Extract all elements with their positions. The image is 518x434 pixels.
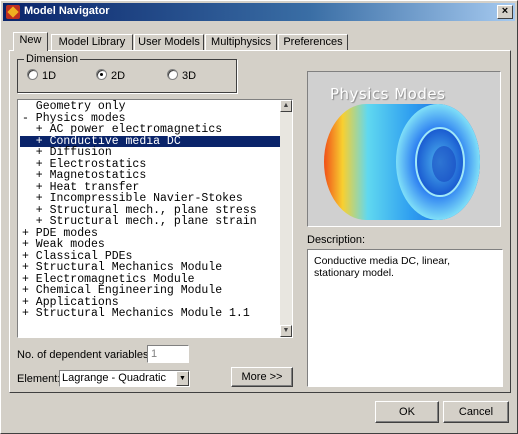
- app-icon: [6, 5, 20, 19]
- tab-user-models-label: User Models: [138, 36, 200, 48]
- title-bar[interactable]: Model Navigator ×: [3, 3, 515, 21]
- element-select[interactable]: Lagrange - Quadratic ▼: [59, 370, 190, 387]
- radio-2d[interactable]: 2D: [96, 69, 125, 82]
- tab-user-models[interactable]: User Models: [134, 34, 204, 50]
- tree-item[interactable]: + Incompressible Navier-Stokes: [20, 193, 280, 205]
- radio-1d-circle[interactable]: [27, 69, 38, 80]
- tree-item[interactable]: + Chemical Engineering Module: [20, 285, 280, 297]
- cancel-button-label: Cancel: [458, 406, 494, 418]
- model-navigator-window: Model Navigator × New Model Library User…: [0, 0, 518, 434]
- dimension-legend: Dimension: [24, 53, 80, 65]
- radio-3d-circle[interactable]: [167, 69, 178, 80]
- cancel-button[interactable]: Cancel: [443, 401, 509, 423]
- description-text: Conductive media DC, linear, stationary …: [314, 255, 450, 279]
- cylinder-plot-image: [324, 104, 480, 220]
- description-box: Conductive media DC, linear, stationary …: [307, 249, 503, 387]
- tree-item[interactable]: + Magnetostatics: [20, 170, 280, 182]
- chevron-down-icon[interactable]: ▼: [176, 371, 189, 386]
- tab-preferences[interactable]: Preferences: [278, 34, 348, 50]
- close-button[interactable]: ×: [497, 5, 513, 19]
- dependent-vars-field[interactable]: 1: [147, 345, 189, 363]
- tree-item[interactable]: + Structural Mechanics Module: [20, 262, 280, 274]
- window-title: Model Navigator: [24, 5, 110, 17]
- more-button[interactable]: More >>: [231, 367, 293, 387]
- tree-item[interactable]: + Weak modes: [20, 239, 280, 251]
- more-button-label: More >>: [241, 371, 283, 383]
- tree-item[interactable]: + Diffusion: [20, 147, 280, 159]
- description-label: Description:: [307, 234, 366, 246]
- tree-item[interactable]: + AC power electromagnetics: [20, 124, 280, 136]
- element-label: Element:: [17, 373, 61, 385]
- ok-button-label: OK: [399, 406, 415, 418]
- tab-multiphysics-label: Multiphysics: [211, 36, 271, 48]
- radio-2d-label: 2D: [111, 70, 126, 82]
- tree-item[interactable]: Geometry only: [20, 101, 280, 113]
- close-icon: ×: [501, 5, 509, 17]
- physics-modes-preview: Physics Modes: [307, 71, 501, 227]
- tree-items: Geometry only - Physics modes + AC power …: [20, 101, 280, 320]
- radio-3d[interactable]: 3D: [167, 69, 196, 82]
- radio-1d-label: 1D: [42, 70, 57, 82]
- tab-model-library-label: Model Library: [58, 36, 126, 48]
- scroll-up-button[interactable]: ▲: [280, 100, 292, 112]
- tab-new-label: New: [19, 34, 42, 46]
- tree-item[interactable]: + Structural Mechanics Module 1.1: [20, 308, 280, 320]
- tab-preferences-label: Preferences: [283, 36, 343, 48]
- vertical-scrollbar[interactable]: ▲ ▼: [280, 100, 292, 337]
- dependent-vars-label: No. of dependent variables:: [17, 349, 152, 361]
- tree-item[interactable]: + Structural mech., plane strain: [20, 216, 280, 228]
- scroll-down-button[interactable]: ▼: [280, 325, 292, 337]
- tab-new[interactable]: New: [13, 32, 48, 51]
- tab-multiphysics[interactable]: Multiphysics: [205, 34, 277, 50]
- element-select-value: Lagrange - Quadratic: [62, 372, 166, 384]
- tab-model-library[interactable]: Model Library: [51, 34, 133, 50]
- radio-3d-label: 3D: [182, 70, 197, 82]
- model-tree-list[interactable]: Geometry only - Physics modes + AC power …: [17, 99, 293, 338]
- radio-2d-circle[interactable]: [96, 69, 107, 80]
- ok-button[interactable]: OK: [375, 401, 439, 423]
- radio-1d[interactable]: 1D: [27, 69, 56, 82]
